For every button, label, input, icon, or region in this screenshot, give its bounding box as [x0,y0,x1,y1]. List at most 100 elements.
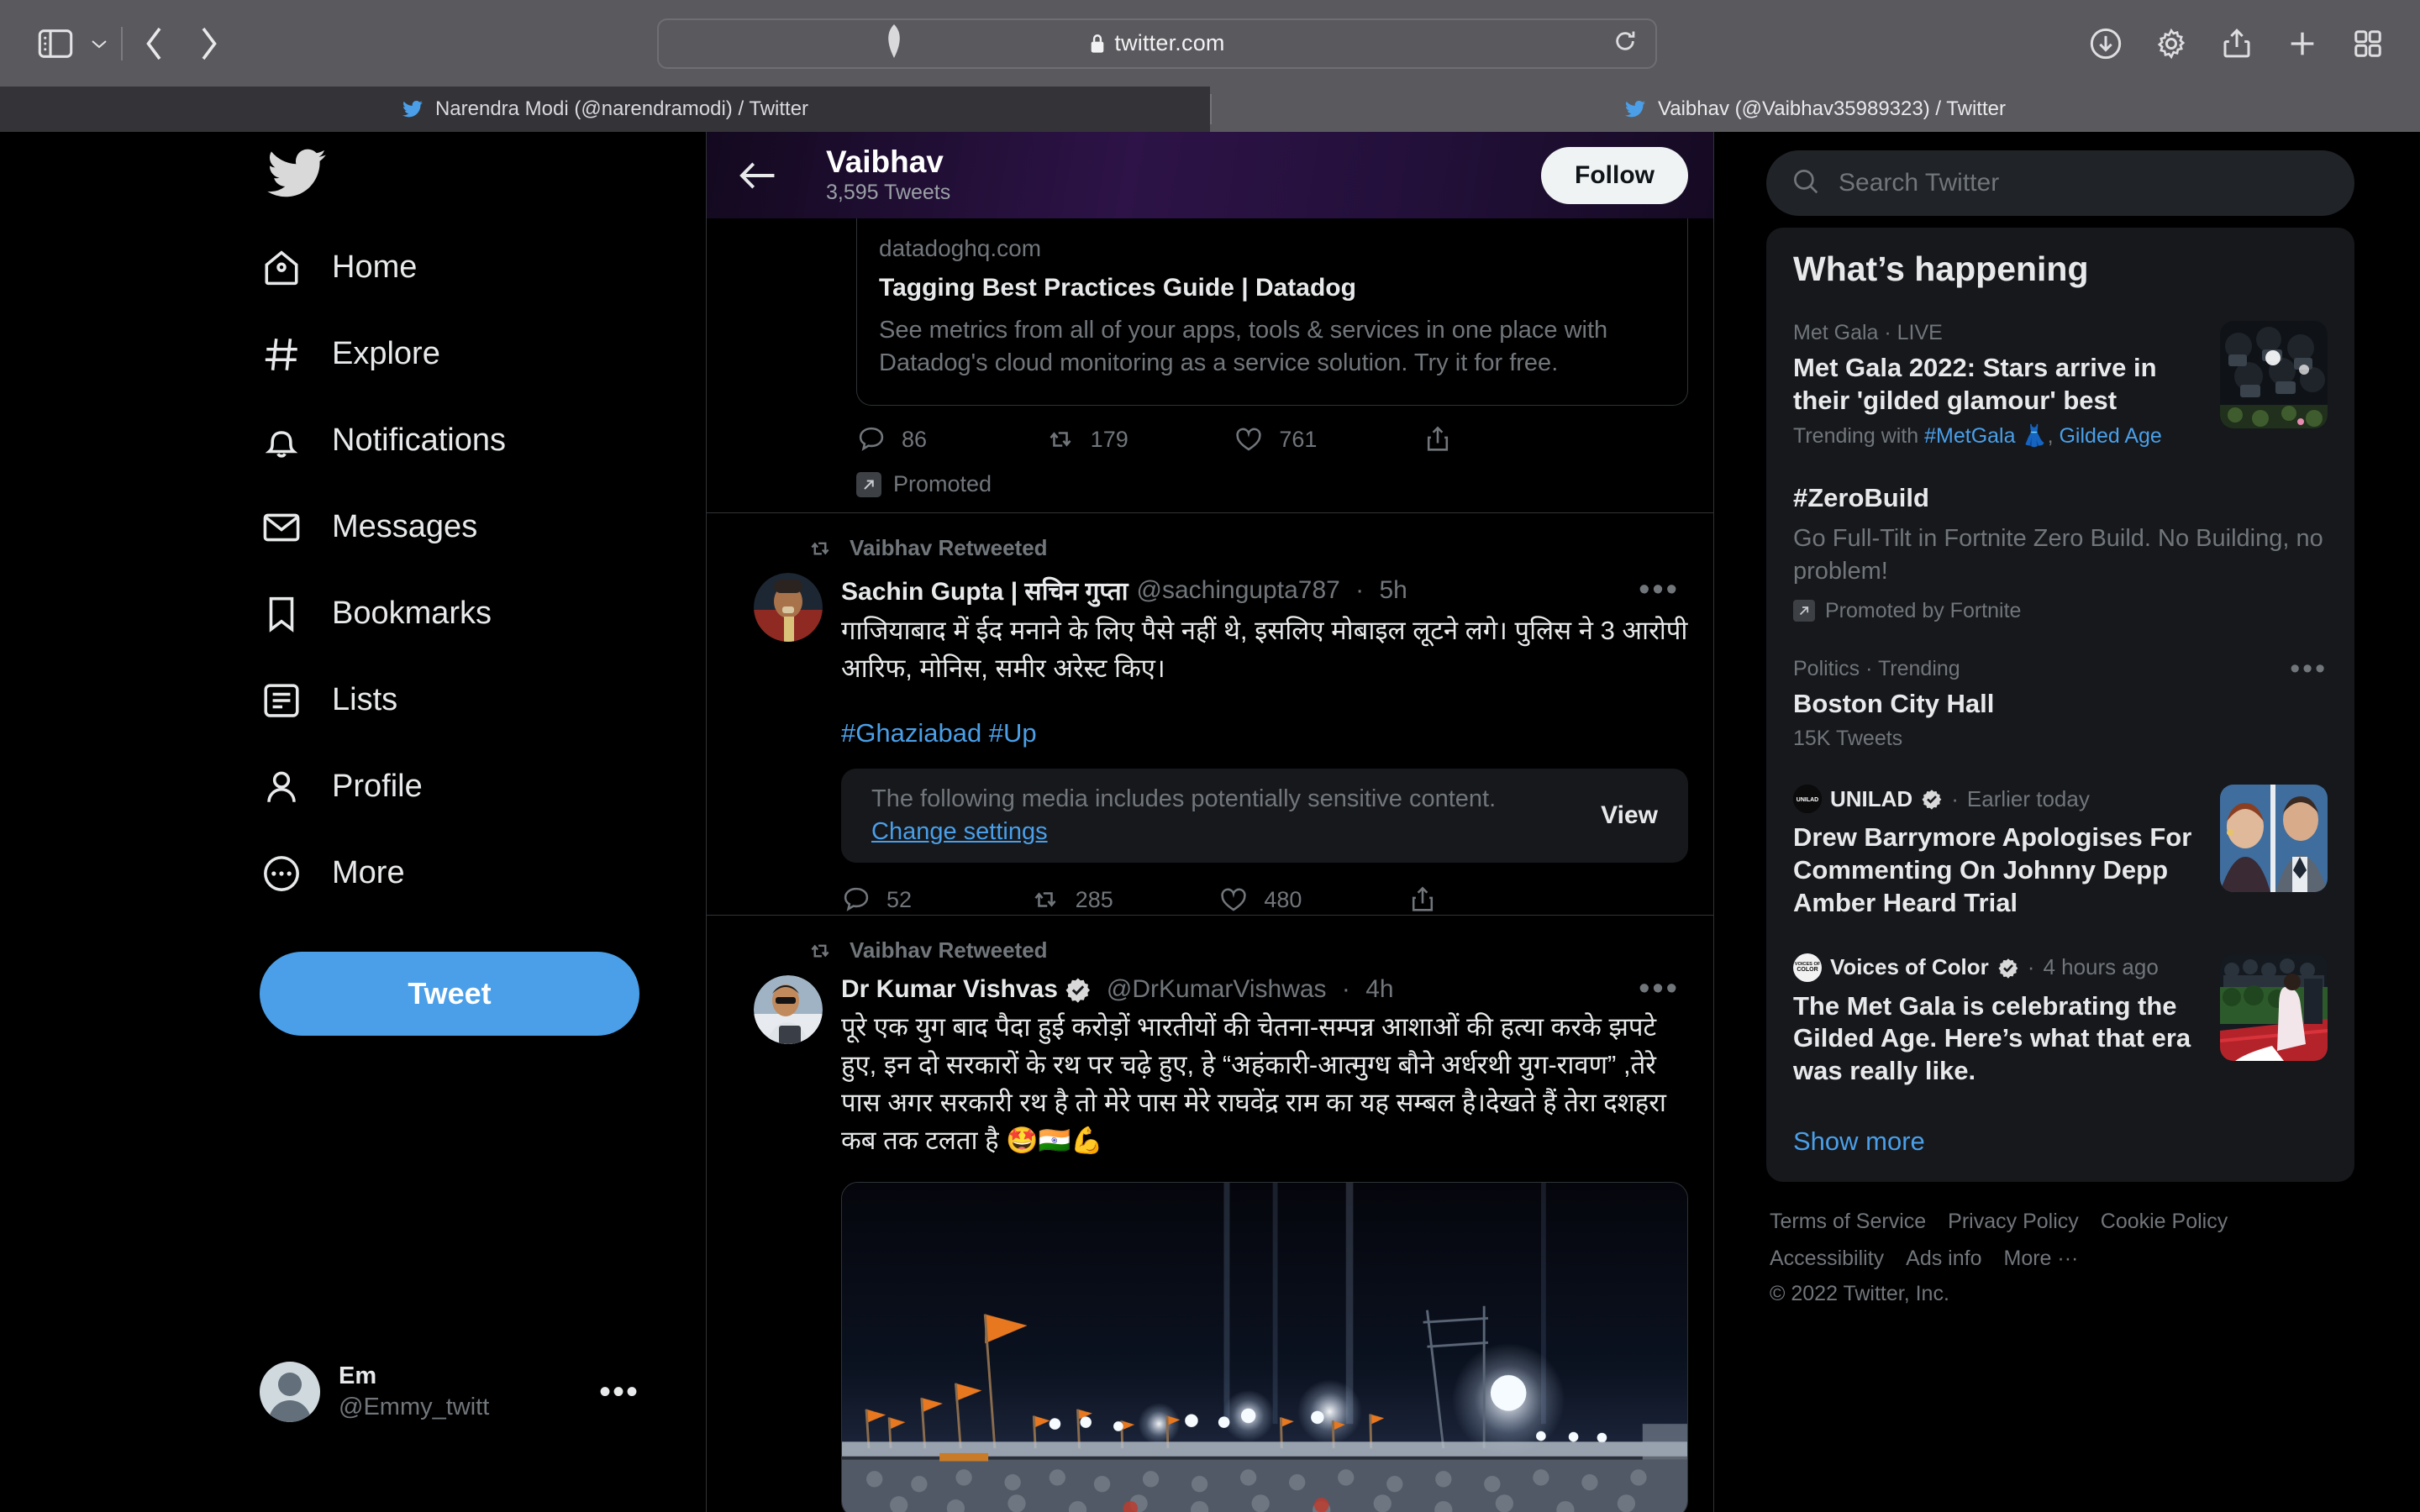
news-main: UNILAD UNILAD · Earlier today Drew Barry… [1793,785,2203,919]
back-arrow-icon[interactable] [732,150,784,202]
retweet-action[interactable]: 179 [1045,424,1234,454]
footer-link-more[interactable]: More ··· [2004,1241,2079,1278]
news-item-unilad[interactable]: UNILAD UNILAD · Earlier today Drew Barry… [1766,769,2354,937]
tweet-media-image[interactable] [841,1181,1688,1512]
sidebar-toggle-icon[interactable] [29,17,82,71]
sidebar-item-more[interactable]: More [260,830,706,916]
tweet-more-icon[interactable]: ••• [1639,973,1688,1005]
link-preview-card[interactable]: datadoghq.com Tagging Best Practices Gui… [856,218,1688,407]
browser-tab-vaibhav[interactable]: Vaibhav (@Vaibhav35989323) / Twitter [1210,87,2420,132]
panel-title: What’s happening [1793,249,2089,288]
share-icon[interactable] [2210,17,2264,71]
tweet-main: Sachin Gupta | सचिन गुप्ता @sachingupta7… [841,573,1688,915]
footer-link-terms[interactable]: Terms of Service [1770,1204,1926,1241]
tweet-author-name[interactable]: Dr Kumar Vishvas [841,975,1058,1004]
downloads-icon[interactable] [2079,17,2133,71]
tweet-hashtags[interactable]: #Ghaziabad #Up [841,718,1688,748]
crowd-night-photo [842,1182,1687,1512]
timeline[interactable]: datadoghq.com Tagging Best Practices Gui… [707,218,1713,1512]
trend-item-boston-city-hall[interactable]: Politics · Trending ••• Boston City Hall… [1766,642,2354,770]
tweet-author-name[interactable]: Sachin Gupta | सचिन गुप्ता [841,573,1128,607]
trend-item-met-gala[interactable]: Met Gala · LIVE Met Gala 2022: Stars arr… [1766,306,2354,467]
reply-action[interactable]: 86 [856,424,1045,454]
trending-tag-metgala[interactable]: #MetGala 👗 [1924,424,2047,448]
trend-item-zerobuild[interactable]: #ZeroBuild Go Full-Tilt in Fortnite Zero… [1766,467,2354,642]
show-more-link[interactable]: Show more [1766,1106,2354,1182]
tweet-sachingupta787[interactable]: Vaibhav Retweeted Sachin Gupta | सचिन गु… [707,535,1713,916]
verified-badge-icon [1922,790,1942,811]
sidebar-item-notifications[interactable]: Notifications [260,397,706,484]
trend-subtext: Trending with #MetGala 👗, Gilded Age [1793,424,2203,449]
like-action[interactable]: 480 [1218,885,1407,915]
like-count: 480 [1264,886,1302,912]
tab-overview-icon[interactable] [2341,17,2395,71]
retweet-icon [811,542,829,555]
account-more-icon[interactable]: ••• [599,1375,655,1409]
sidebar-item-bookmarks[interactable]: Bookmarks [260,570,706,657]
browser-tab-narendramodi[interactable]: Narendra Modi (@narendramodi) / Twitter [0,87,1210,132]
verified-badge-icon [1998,958,2018,979]
view-sensitive-button[interactable]: View [1601,801,1658,830]
chevron-down-icon[interactable] [82,17,116,71]
tweet-drkumarvishwas[interactable]: Vaibhav Retweeted Dr Kumar Vishvas @DrKu… [707,937,1713,1512]
new-tab-icon[interactable] [2275,17,2329,71]
retweet-action[interactable]: 285 [1030,885,1219,915]
avatar[interactable] [754,975,823,1045]
sidebar-item-label: Lists [332,682,398,717]
gear-icon[interactable] [2144,17,2198,71]
footer-link-cookie[interactable]: Cookie Policy [2101,1204,2228,1241]
tweet-button[interactable]: Tweet [260,952,639,1036]
reply-count: 86 [902,426,928,452]
sidebar-item-lists[interactable]: Lists [260,657,706,743]
promoted-by-row: Promoted by Fortnite [1793,599,2328,623]
tweet-author-handle: @sachingupta787 [1136,575,1340,604]
news-separator: · [2027,954,2035,980]
sidebar-item-messages[interactable]: Messages [260,484,706,570]
news-item-voices-of-color[interactable]: VOICES OF COLOR Voices of Color · 4 hours… [1766,938,2354,1106]
sidebar-item-profile[interactable]: Profile [260,743,706,830]
change-settings-link[interactable]: Change settings [871,816,1496,848]
like-action[interactable]: 761 [1234,424,1423,454]
tweet-separator: · [1334,975,1358,1004]
search-box[interactable] [1766,150,2354,216]
back-icon[interactable] [128,17,182,71]
follow-button[interactable]: Follow [1541,146,1688,204]
tweet-header: Sachin Gupta | सचिन गुप्ता @sachingupta7… [841,573,1688,607]
reply-action[interactable]: 52 [841,885,1030,915]
tweet-more-icon[interactable]: ••• [1639,573,1688,606]
share-action[interactable] [1423,424,1579,454]
tweet-timestamp: 5h [1379,575,1407,604]
account-switcher[interactable]: Em @Emmy_twitt ••• [260,1346,655,1438]
twitter-logo-icon[interactable] [265,142,329,206]
left-sidebar: Home Explore Notifications Messages Book [95,132,706,1512]
address-bar[interactable]: twitter.com [657,18,1657,69]
tweet-body: Dr Kumar Vishvas @DrKumarVishwas · 4h ••… [707,973,1713,1512]
sidebar-item-home[interactable]: Home [260,224,706,311]
retweet-icon [1034,892,1056,907]
sidebar-item-label: Bookmarks [332,596,492,631]
retweet-context: Vaibhav Retweeted [808,535,1713,561]
tweet-header: Dr Kumar Vishvas @DrKumarVishwas · 4h ••… [841,973,1688,1005]
footer-link-accessibility[interactable]: Accessibility [1770,1241,1884,1278]
news-headline: Drew Barrymore Apologises For Commenting… [1793,822,2192,917]
promoted-by-label: Promoted by Fortnite [1825,598,2022,622]
trend-meta: Met Gala · LIVE [1793,321,1943,344]
news-source-name: UNILAD [1830,785,1913,811]
lock-icon [1089,33,1106,55]
trending-tag-gilded-age[interactable]: Gilded Age [2059,424,2161,448]
sensitive-content-warning: The following media includes potentially… [841,769,1688,864]
footer-links: Terms of Service Privacy Policy Cookie P… [1766,1182,2354,1307]
card-domain: datadoghq.com [879,235,1042,261]
forward-icon[interactable] [182,17,235,71]
avatar[interactable] [754,573,823,643]
footer-link-ads-info[interactable]: Ads info [1906,1241,1981,1278]
share-action[interactable] [1407,885,1564,915]
footer-link-privacy[interactable]: Privacy Policy [1948,1204,2079,1241]
search-input[interactable] [1839,169,2329,197]
news-separator: · [1951,785,1959,811]
promoted-tweet[interactable]: datadoghq.com Tagging Best Practices Gui… [707,218,1713,514]
reload-icon[interactable] [1613,29,1637,57]
trend-more-icon[interactable]: ••• [2273,654,2328,684]
sidebar-item-explore[interactable]: Explore [260,311,706,397]
account-display-name: Em [339,1362,377,1389]
